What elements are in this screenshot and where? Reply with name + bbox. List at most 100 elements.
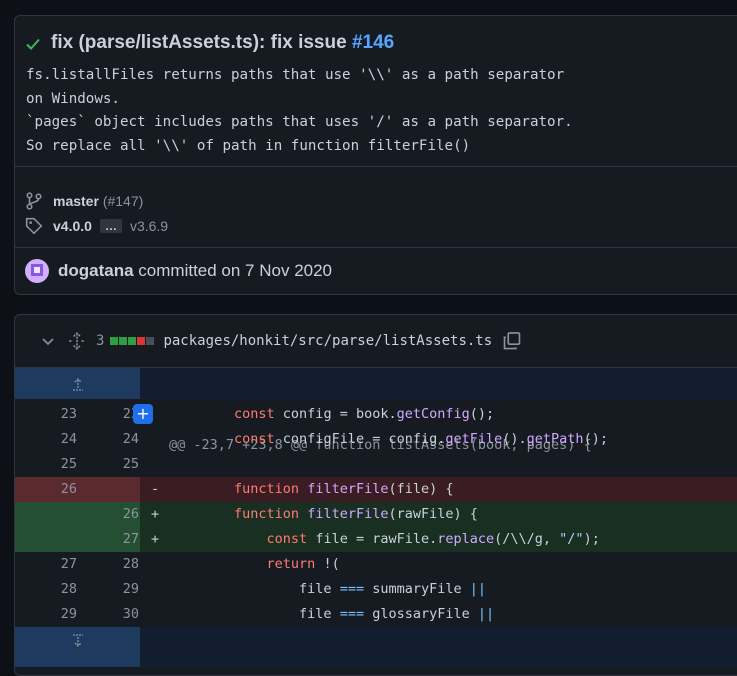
code-token: (); bbox=[583, 431, 608, 447]
branch-row: master (#147) bbox=[25, 192, 143, 210]
old-line-number[interactable]: 26 bbox=[15, 477, 77, 502]
code-token: file bbox=[299, 606, 340, 622]
diff-line: 27 + const file = rawFile.replace(/\\/g, … bbox=[15, 527, 737, 552]
add-comment-button[interactable]: + bbox=[133, 404, 153, 424]
hunk-header: @@ -23,7 +23,8 @@ function listAssets(bo… bbox=[15, 368, 737, 453]
commit-title-text: fix (parse/listAssets.ts): fix issue bbox=[51, 32, 352, 53]
code-token: (/\\/g, bbox=[494, 531, 560, 547]
author-link[interactable]: dogatana bbox=[58, 261, 134, 281]
check-icon bbox=[26, 38, 40, 50]
code-token: replace bbox=[437, 531, 495, 547]
code-token: || bbox=[477, 606, 495, 622]
expand-all-icon[interactable] bbox=[68, 332, 86, 350]
code-line: function filterFile(file) { bbox=[169, 477, 454, 502]
code-line: function filterFile(rawFile) { bbox=[169, 502, 478, 527]
diff-marker: + bbox=[151, 531, 160, 547]
old-line-number[interactable]: 25 bbox=[15, 452, 77, 477]
committed-date: committed on 7 Nov 2020 bbox=[138, 261, 333, 280]
old-line-number[interactable]: 27 bbox=[15, 552, 77, 577]
code-token: === bbox=[339, 606, 365, 622]
code-token: const bbox=[234, 431, 275, 447]
new-line-number[interactable]: 24 bbox=[77, 427, 139, 452]
branch-icon bbox=[26, 192, 42, 210]
change-count: 3 bbox=[96, 333, 105, 349]
code-line: const config = book.getConfig(); bbox=[169, 402, 494, 427]
copy-icon[interactable] bbox=[502, 331, 522, 351]
code-token: getPath bbox=[526, 431, 584, 447]
avatar[interactable] bbox=[25, 259, 49, 283]
expand-down-button[interactable] bbox=[15, 627, 140, 667]
code-token: file bbox=[299, 581, 340, 597]
branch-link[interactable]: master bbox=[53, 193, 99, 209]
diff-line: 26 - function filterFile(file) { bbox=[15, 477, 737, 502]
code-token: === bbox=[339, 581, 365, 597]
new-line-number[interactable]: 23 bbox=[77, 402, 139, 427]
diff-line: 29 30 file === glossaryFile || bbox=[15, 602, 737, 627]
code-token: "/" bbox=[559, 531, 584, 547]
code-token: (file) { bbox=[388, 481, 454, 497]
code-token: ); bbox=[583, 531, 600, 547]
code-line: const configFile = config.getFile().getP… bbox=[169, 427, 608, 452]
old-line-number[interactable]: 29 bbox=[15, 602, 77, 627]
diff-marker: - bbox=[151, 481, 160, 497]
hunk-footer bbox=[15, 627, 737, 667]
author-row: dogatana committed on 7 Nov 2020 bbox=[25, 259, 332, 283]
diffstat bbox=[110, 337, 155, 345]
old-line-number[interactable]: 23 bbox=[15, 402, 77, 427]
code-token: function bbox=[234, 506, 300, 522]
old-line-number[interactable]: 24 bbox=[15, 427, 77, 452]
code-line: return !( bbox=[169, 552, 340, 577]
new-line-number[interactable]: 30 bbox=[77, 602, 139, 627]
new-line-number[interactable]: 26 bbox=[77, 502, 139, 527]
code-token: config = book. bbox=[274, 406, 397, 422]
tag-latest[interactable]: v4.0.0 bbox=[53, 218, 92, 234]
code-token: (); bbox=[469, 406, 495, 422]
file-path[interactable]: packages/honkit/src/parse/listAssets.ts bbox=[163, 333, 492, 349]
tag-row: v4.0.0 … v3.6.9 bbox=[25, 217, 168, 235]
commit-title: fix (parse/listAssets.ts): fix issue #14… bbox=[51, 32, 394, 54]
chevron-down-icon[interactable] bbox=[40, 333, 56, 349]
code-token: file = rawFile. bbox=[307, 531, 438, 547]
code-token: const bbox=[234, 406, 275, 422]
tag-icon bbox=[25, 217, 43, 235]
new-line-number[interactable]: 29 bbox=[77, 577, 139, 602]
new-line-number[interactable]: 28 bbox=[77, 552, 139, 577]
new-line-number[interactable]: 25 bbox=[77, 452, 139, 477]
expand-down-icon bbox=[73, 634, 83, 647]
diff-line: 25 25 bbox=[15, 452, 737, 477]
new-line-number[interactable]: 27 bbox=[77, 527, 139, 552]
code-line: file === summaryFile || bbox=[169, 577, 486, 602]
code-token: summaryFile bbox=[364, 581, 470, 597]
code-token: (). bbox=[502, 431, 527, 447]
diff-box: 3 packages/honkit/src/parse/listAssets.t… bbox=[14, 314, 737, 676]
diff-line: 28 29 file === summaryFile || bbox=[15, 577, 737, 602]
pr-link[interactable]: (#147) bbox=[103, 193, 143, 209]
diff-line: 26 + function filterFile(rawFile) { bbox=[15, 502, 737, 527]
code-token: || bbox=[469, 581, 487, 597]
diff-marker: + bbox=[151, 506, 160, 522]
code-line: const file = rawFile.replace(/\\/g, "/")… bbox=[169, 527, 600, 552]
diff-line: 23 23 const config = book.getConfig(); + bbox=[15, 402, 737, 427]
commit-box: fix (parse/listAssets.ts): fix issue #14… bbox=[14, 15, 737, 295]
code-token: function bbox=[234, 481, 300, 497]
code-token: filterFile bbox=[307, 506, 389, 522]
code-token: configFile = config. bbox=[274, 431, 446, 447]
issue-link[interactable]: #146 bbox=[352, 32, 394, 53]
code-line: file === glossaryFile || bbox=[169, 602, 494, 627]
tag-oldest[interactable]: v3.6.9 bbox=[130, 218, 168, 234]
divider bbox=[15, 247, 737, 248]
old-line-number[interactable]: 28 bbox=[15, 577, 77, 602]
diff-line: 24 24 const configFile = config.getFile()… bbox=[15, 427, 737, 452]
code-token: getConfig bbox=[396, 406, 470, 422]
expand-up-button[interactable] bbox=[15, 368, 140, 399]
code-token: const bbox=[266, 531, 308, 547]
expand-tags-button[interactable]: … bbox=[99, 219, 122, 233]
code-token: getFile bbox=[445, 431, 503, 447]
diff-line: 27 28 return !( bbox=[15, 552, 737, 577]
code-token: filterFile bbox=[307, 481, 389, 497]
divider bbox=[15, 166, 737, 167]
code-token: !( bbox=[315, 556, 340, 572]
commit-description: fs.listallFiles returns paths that use '… bbox=[26, 67, 573, 154]
